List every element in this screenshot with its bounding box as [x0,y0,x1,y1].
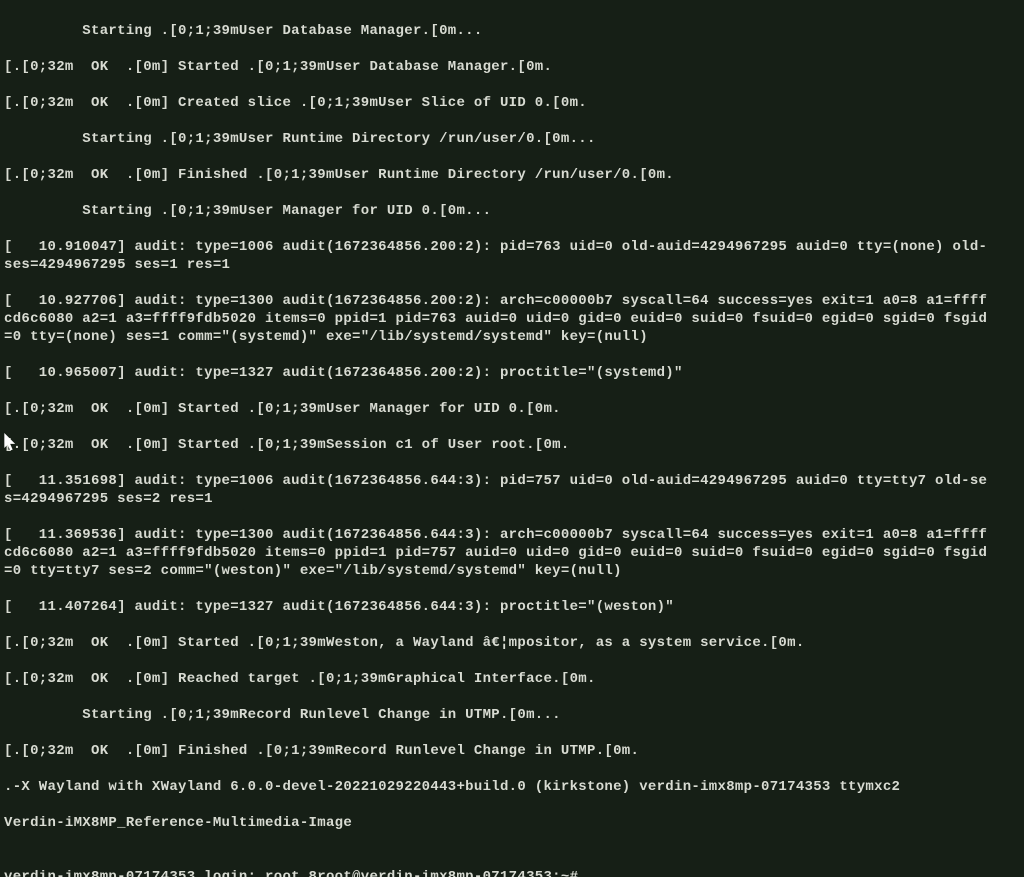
distro-line: Verdin-iMX8MP_Reference-Multimedia-Image [4,814,1020,832]
boot-line: Starting .[0;1;39mUser Manager for UID 0… [4,202,1020,220]
audit-line: [ 10.965007] audit: type=1327 audit(1672… [4,364,1020,382]
audit-line: [ 10.927706] audit: type=1300 audit(1672… [4,292,1020,346]
audit-line: [ 10.910047] audit: type=1006 audit(1672… [4,238,1020,274]
boot-line: Starting .[0;1;39mUser Database Manager.… [4,22,1020,40]
boot-line: [.[0;32m OK .[0m] Started .[0;1;39mSessi… [4,436,1020,454]
boot-line: [.[0;32m OK .[0m] Started .[0;1;39mUser … [4,400,1020,418]
boot-line: [.[0;32m OK .[0m] Finished .[0;1;39mUser… [4,166,1020,184]
audit-line: [ 11.369536] audit: type=1300 audit(1672… [4,526,1020,580]
boot-line: [.[0;32m OK .[0m] Reached target .[0;1;3… [4,670,1020,688]
boot-line: [.[0;32m OK .[0m] Started .[0;1;39mWesto… [4,634,1020,652]
terminal-output[interactable]: Starting .[0;1;39mUser Database Manager.… [0,0,1024,877]
audit-line: [ 11.351698] audit: type=1006 audit(1672… [4,472,1020,508]
boot-line: [.[0;32m OK .[0m] Started .[0;1;39mUser … [4,58,1020,76]
boot-line: Starting .[0;1;39mRecord Runlevel Change… [4,706,1020,724]
login-line: verdin-imx8mp-07174353 login: root.8root… [4,868,1020,877]
audit-line: [ 11.407264] audit: type=1327 audit(1672… [4,598,1020,616]
boot-line: Starting .[0;1;39mUser Runtime Directory… [4,130,1020,148]
boot-line: [.[0;32m OK .[0m] Finished .[0;1;39mReco… [4,742,1020,760]
boot-line: [.[0;32m OK .[0m] Created slice .[0;1;39… [4,94,1020,112]
distro-line: .-X Wayland with XWayland 6.0.0-devel-20… [4,778,1020,796]
